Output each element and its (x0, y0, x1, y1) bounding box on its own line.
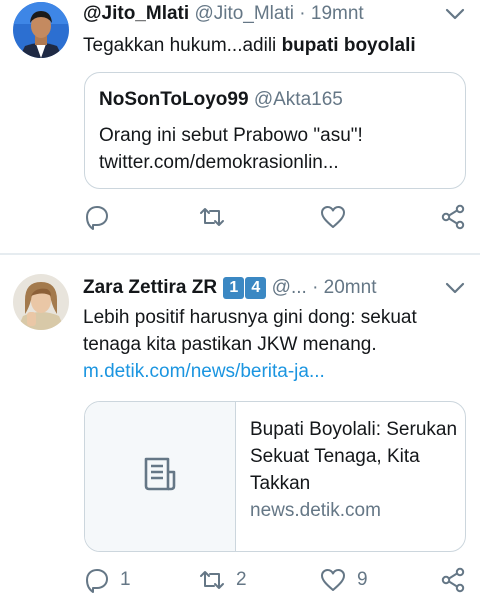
share-button[interactable] (440, 565, 466, 595)
timestamp[interactable]: 20mnt (324, 277, 377, 298)
share-icon (440, 204, 466, 230)
retweet-icon (198, 204, 226, 230)
chevron-down-icon[interactable] (442, 1, 468, 27)
tweet-text-content: Lebih positif harusnya gini dong: sekuat… (83, 307, 417, 355)
like-button[interactable]: 9 (319, 565, 368, 595)
avatar[interactable] (13, 274, 69, 330)
tweet-1[interactable]: @Jito_Mlati @Jito_Mlati · 19mnt Tegakkan… (0, 0, 480, 253)
reply-icon (84, 204, 110, 230)
quoted-tweet-text: Orang ini sebut Prabowo "asu"! twitter.c… (99, 122, 453, 176)
keycap-four-emoji: 4 (245, 277, 267, 299)
tweet-header: @Jito_Mlati @Jito_Mlati · 19mnt (83, 1, 468, 27)
tweet-text-plain: Tegakkan hukum...adili (83, 35, 282, 56)
tweet-text-bold: bupati boyolali (281, 35, 416, 56)
reply-icon (84, 567, 110, 593)
like-button[interactable] (319, 202, 347, 232)
retweet-button[interactable]: 2 (198, 565, 247, 595)
display-name[interactable]: Zara Zettira ZR (83, 277, 217, 298)
user-handle[interactable]: @... (272, 277, 307, 298)
tweet-header: Zara Zettira ZR 14 @... · 20mnt (83, 275, 468, 301)
tweet-text: Lebih positif harusnya gini dong: sekuat… (83, 304, 466, 385)
tweet-link[interactable]: m.detik.com/news/berita-ja... (83, 358, 466, 385)
quoted-display-name: NoSonToLoyo99 (99, 89, 249, 110)
article-icon (140, 454, 180, 499)
timestamp[interactable]: 19mnt (311, 3, 364, 24)
avatar[interactable] (13, 2, 69, 58)
user-handle[interactable]: @Jito_Mlati (194, 3, 294, 24)
reply-button[interactable] (84, 202, 110, 232)
chevron-down-icon[interactable] (442, 275, 468, 301)
tweet-text: Tegakkan hukum...adili bupati boyolali (83, 32, 466, 59)
heart-icon (319, 567, 347, 593)
tweet-2[interactable]: Zara Zettira ZR 14 @... · 20mnt Lebih po… (0, 255, 480, 604)
share-icon (440, 567, 466, 593)
card-title: Bupati Boyolali: Serukan Sekuat Tenaga, … (250, 419, 458, 494)
quoted-tweet-header: NoSonToLoyo99 @Akta165 (99, 87, 343, 113)
quoted-user-handle: @Akta165 (253, 89, 343, 110)
card-thumbnail (85, 402, 236, 551)
tweet-actions: 1 2 9 (84, 565, 468, 595)
retweet-button[interactable] (198, 202, 226, 232)
share-button[interactable] (440, 202, 466, 232)
separator-dot: · (312, 277, 319, 298)
like-count: 9 (357, 569, 368, 590)
separator-dot: · (299, 3, 306, 24)
keycap-one-emoji: 1 (223, 277, 245, 299)
heart-icon (319, 204, 347, 230)
tweet-actions (84, 202, 468, 232)
card-text: Bupati Boyolali: Serukan Sekuat Tenaga, … (250, 416, 457, 524)
retweet-count: 2 (236, 569, 247, 590)
reply-count: 1 (120, 569, 131, 590)
quoted-tweet[interactable]: NoSonToLoyo99 @Akta165 Orang ini sebut P… (84, 72, 466, 189)
link-card[interactable]: Bupati Boyolali: Serukan Sekuat Tenaga, … (84, 401, 466, 552)
retweet-icon (198, 567, 226, 593)
display-name[interactable]: @Jito_Mlati (83, 3, 189, 24)
quoted-link-text: twitter.com/demokrasionlin... (99, 152, 339, 173)
quoted-text-line: Orang ini sebut Prabowo "asu"! (99, 125, 363, 146)
reply-button[interactable]: 1 (84, 565, 131, 595)
card-domain: news.detik.com (250, 500, 381, 521)
